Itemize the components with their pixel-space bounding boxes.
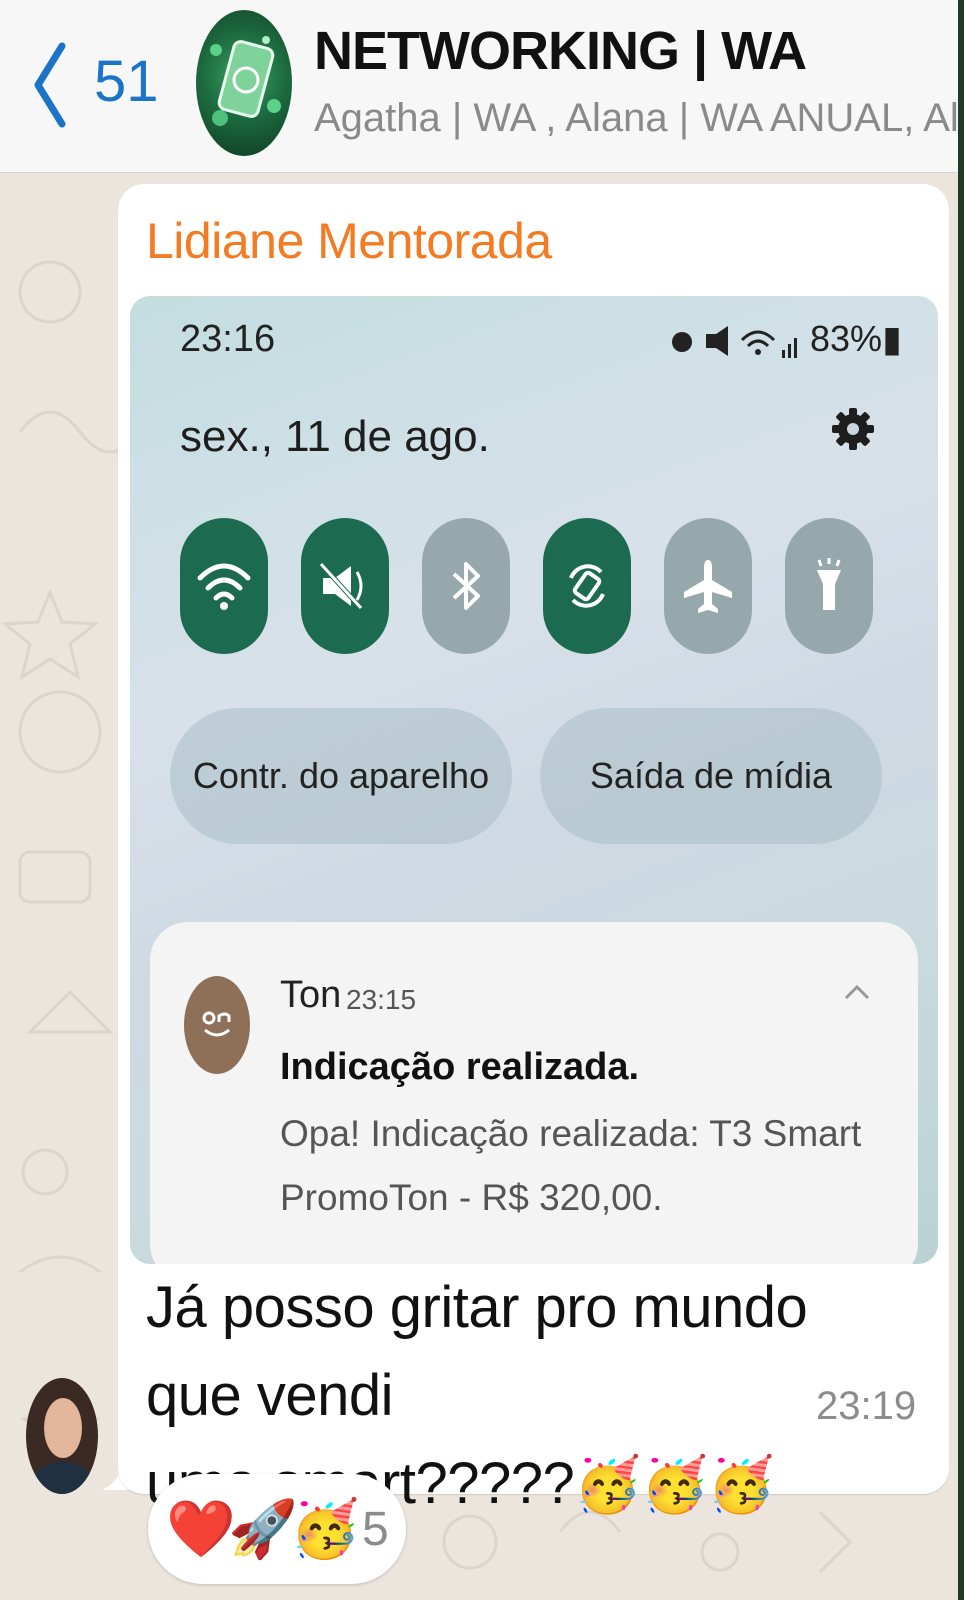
notification-app-name: Ton [280, 974, 342, 1016]
status-bar-time: 23:16 [180, 318, 276, 360]
message-time: 23:19 [816, 1384, 917, 1428]
group-avatar[interactable] [196, 10, 292, 156]
gear-icon [832, 408, 874, 450]
message-bubble[interactable]: Lidiane Mentorada 23:16 83%▮ sex., 11 de… [118, 184, 949, 1516]
notification-time: 23:15 [346, 984, 417, 1015]
reactions-pill[interactable]: ❤️ 🚀 🥳 5 [148, 1474, 406, 1584]
sender-name[interactable]: Lidiane Mentorada [146, 212, 552, 270]
party-face-reaction: 🥳 [290, 1497, 360, 1562]
wifi-icon [197, 563, 251, 610]
notification-body: Opa! Indicação realizada: T3 Smart Promo… [280, 1113, 862, 1218]
date-label: sex., 11 de ago. [180, 412, 490, 461]
auto-rotate-toggle [543, 518, 631, 654]
avatar-shirt [30, 1462, 96, 1494]
heart-reaction: ❤️ [166, 1497, 236, 1562]
reaction-count: 5 [362, 1503, 389, 1556]
battery-icon: ▮ [882, 318, 902, 359]
device-control-button: Contr. do aparelho [170, 708, 512, 844]
wifi-toggle [180, 518, 268, 654]
flashlight-toggle [785, 518, 873, 654]
avatar-face [44, 1398, 82, 1458]
bluetooth-icon [452, 562, 480, 610]
party-emoji: 🥳🥳🥳 [574, 1453, 775, 1516]
bluetooth-toggle [422, 518, 510, 654]
chevron-left-icon[interactable] [30, 40, 70, 130]
media-output-button: Saída de mídia [540, 708, 882, 844]
battery-percentage: 83%▮ [810, 318, 902, 359]
image-attachment[interactable]: 23:16 83%▮ sex., 11 de ago. Contr. do ap… [130, 296, 938, 1264]
notification-title: Indicação realizada. [280, 1046, 640, 1088]
sender-avatar[interactable] [26, 1378, 98, 1494]
airplane-icon [684, 560, 732, 613]
mute-toggle [301, 518, 389, 654]
flashlight-icon [817, 558, 841, 610]
chevron-up-icon [844, 984, 870, 1000]
chat-title[interactable]: NETWORKING | WA [314, 20, 807, 82]
unread-count[interactable]: 51 [94, 48, 159, 115]
message-line-1: Já posso gritar pro mundo que vendi [146, 1275, 808, 1428]
media-output-label: Saída de mídia [589, 755, 833, 796]
mute-icon [319, 562, 363, 610]
rocket-reaction: 🚀 [228, 1497, 298, 1562]
auto-rotate-icon [569, 564, 605, 608]
device-control-label: Contr. do aparelho [192, 755, 490, 796]
ton-app-icon [184, 976, 250, 1074]
chat-screen: 51 NETWORKING | WA Agatha | WA , Alana |… [0, 0, 958, 1600]
notification-card: Ton 23:15 Indicação realizada. Opa! Indi… [150, 922, 918, 1264]
chat-participants[interactable]: Agatha | WA , Alana | WA ANUAL, Aline... [314, 96, 958, 141]
airplane-toggle [664, 518, 752, 654]
chat-header: 51 NETWORKING | WA Agatha | WA , Alana |… [0, 0, 958, 173]
